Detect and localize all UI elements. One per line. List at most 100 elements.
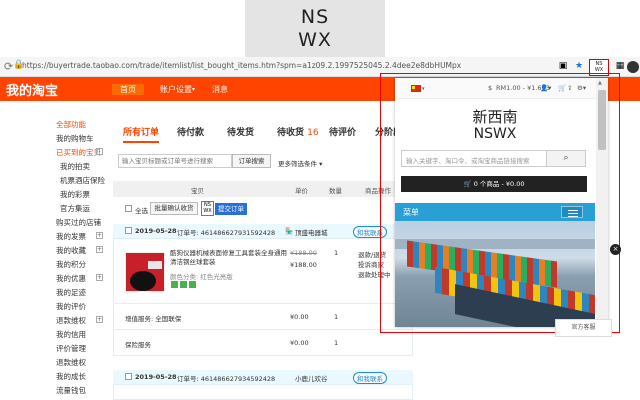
dollar-icon: $ [488,84,493,92]
profile-avatar[interactable] [627,61,639,73]
order-header: 2019-05-28 订单号: 461486627934592428 小鹿儿欢谷… [113,370,413,384]
price-original: ¥188.00 [290,249,317,257]
col-price: 单价 [295,187,308,195]
sidebar-item[interactable]: 我的评价 [56,301,86,312]
tab-label: 待付款 [177,128,205,138]
select-all-label: 全选 [135,207,148,215]
settings-icon[interactable]: ⚙▾ [577,84,586,92]
customer-service-button[interactable]: 官方客服 [555,319,612,337]
translate-icon[interactable]: ▣ [557,61,569,73]
order-item [113,384,413,400]
badge-icon [180,281,187,288]
chevron-down-icon: ▾ [192,86,196,93]
scroll-thumb[interactable] [598,90,606,150]
scroll-up-icon[interactable]: ▲ [598,80,602,86]
select-all-checkbox[interactable] [125,205,132,212]
expand-icon[interactable]: + [96,246,103,253]
product-title[interactable]: 酷狗仪器机械表面修复工具套装全身通用清洁钢丝球套装 [170,249,290,267]
screen: NS WX ⟳ 🔒 https://buyertrade.taobao.com/… [0,0,640,400]
popup-scrollbar[interactable]: ▲ ▼ [596,78,608,327]
order-tabs: 所有订单 待付款 待发货 待收货 16 待评价 分阶段 [113,125,413,145]
product-image[interactable] [125,252,165,292]
sidebar-item[interactable]: 我的积分 [56,259,86,270]
logo-line-2: WX [298,28,332,51]
order-header: 2019-05-28 订单号: 461486627931592428 🏪 顶盛电… [113,224,413,238]
close-icon[interactable]: × [610,244,621,255]
badge-icon [189,281,196,288]
tab-pending-review[interactable]: 待评价 [329,125,356,138]
sidebar-item[interactable]: 流量钱包 [56,385,86,396]
quantity: 1 [334,249,339,257]
table-header: 宝贝 单价 数量 商品操作 [113,181,413,197]
nav-account-settings[interactable]: 账户设置 [160,84,192,95]
sidebar-item[interactable]: 官方集运 [60,203,90,214]
sidebar-item[interactable]: 我的优惠 [56,273,86,284]
sidebar-item-bought[interactable]: 已买到的宝贝 [56,147,101,158]
tab-pending-receipt[interactable]: 待收货 16 [277,125,319,138]
sidebar-item[interactable]: 我的彩票 [60,189,90,200]
port-banner-image [395,221,595,327]
shop-name[interactable]: 小鹿儿欢谷 [295,373,328,383]
order-date: 2019-05-28 [135,227,177,235]
china-flag-icon[interactable] [411,85,421,92]
tab-count: 16 [307,128,319,138]
batch-confirm-button[interactable]: 批量确认收货 [150,202,198,215]
order-search-button[interactable]: 订单搜索 [232,154,271,168]
popup-cart-button[interactable]: 🛒 0 个商品 - ¥0.00 [401,176,587,192]
sidebar-item[interactable]: 我的成长 [56,371,86,382]
tab-pending-shipment[interactable]: 待发货 [227,125,254,138]
sidebar-item[interactable]: 我的信用 [56,329,86,340]
expand-icon[interactable]: + [96,232,103,239]
order-service-row: 增值服务: 全国联保 ¥0.00 1 [113,304,413,330]
sidebar-section-title: 全部功能 [56,120,86,129]
expand-icon[interactable]: + [96,316,103,323]
expand-icon[interactable]: + [96,274,103,281]
more-filters-link[interactable]: 更多筛选条件 ▾ [278,158,322,168]
nav-messages[interactable]: 消息 [212,84,228,95]
tab-all-orders[interactable]: 所有订单 [123,125,160,143]
tab-pending-payment[interactable]: 待付款 [177,125,204,138]
tab-label: 待评价 [329,128,357,138]
sidebar-item[interactable]: 我的拍卖 [60,161,90,172]
extensions-icon[interactable]: ▦ [614,61,626,73]
cart-icon[interactable]: 🛒 [558,84,566,92]
user-icon[interactable]: 👤▾ [540,84,551,92]
search-icon[interactable]: ⌕ [546,150,586,167]
chevron-down-icon: ▾ [422,86,425,92]
nav-home[interactable]: 首页 [112,84,144,95]
brand-title[interactable]: 我的淘宝 [6,80,58,99]
order-checkbox[interactable] [125,373,132,380]
reload-icon[interactable]: ⟳ [4,60,13,73]
sidebar-item[interactable]: 购买过的店铺 [56,217,101,228]
sidebar-item[interactable]: 我的收藏 [56,245,86,256]
chevron-down-icon: ▾ [319,160,323,168]
sidebar-item[interactable]: 我的发票 [56,231,86,242]
expand-icon[interactable]: - [96,148,103,155]
sidebar: 全部功能 我的购物车 已买到的宝贝 - 我的拍卖 机票酒店保险 我的彩票 官方集… [0,101,112,400]
tab-label: 所有订单 [123,128,160,138]
more-filters-label: 更多筛选条件 [278,160,317,168]
bookmark-star-icon[interactable]: ★ [573,61,585,73]
sidebar-item[interactable]: 评价管理 [56,343,86,354]
submit-order-button[interactable]: 提交订单 [215,203,247,215]
shop-name[interactable]: 顶盛电器城 [295,227,328,237]
order-search-input[interactable] [118,154,232,168]
insurance-qty: 1 [334,339,339,347]
sidebar-item[interactable]: 我的购物车 [56,133,94,144]
popup-title-en: NSWX [473,126,517,142]
share-icon[interactable]: ⇪ [567,84,572,92]
popup-search-input[interactable]: 输入关键字、淘口令、或淘宝商品链接搜索 [401,150,547,167]
order-number: 订单号: 461486627934592428 [177,375,276,383]
contact-seller-button[interactable]: 和我联系 [353,372,387,384]
nswx-mini-icon[interactable]: NS WX [201,201,214,216]
url-field[interactable]: https://buyertrade.taobao.com/trade/item… [22,61,461,70]
cart-summary: 0 个商品 - ¥0.00 [473,180,525,188]
sidebar-item[interactable]: 机票酒店保险 [60,175,105,186]
sidebar-item[interactable]: 退款维权 [56,315,86,326]
sidebar-item[interactable]: 我的足迹 [56,287,86,298]
sidebar-item[interactable]: 退款维权 [56,357,86,368]
tab-label: 待收货 [277,128,305,138]
order-checkbox[interactable] [125,227,132,234]
hamburger-menu-icon[interactable] [561,206,583,218]
price-current: ¥188.00 [290,261,317,269]
